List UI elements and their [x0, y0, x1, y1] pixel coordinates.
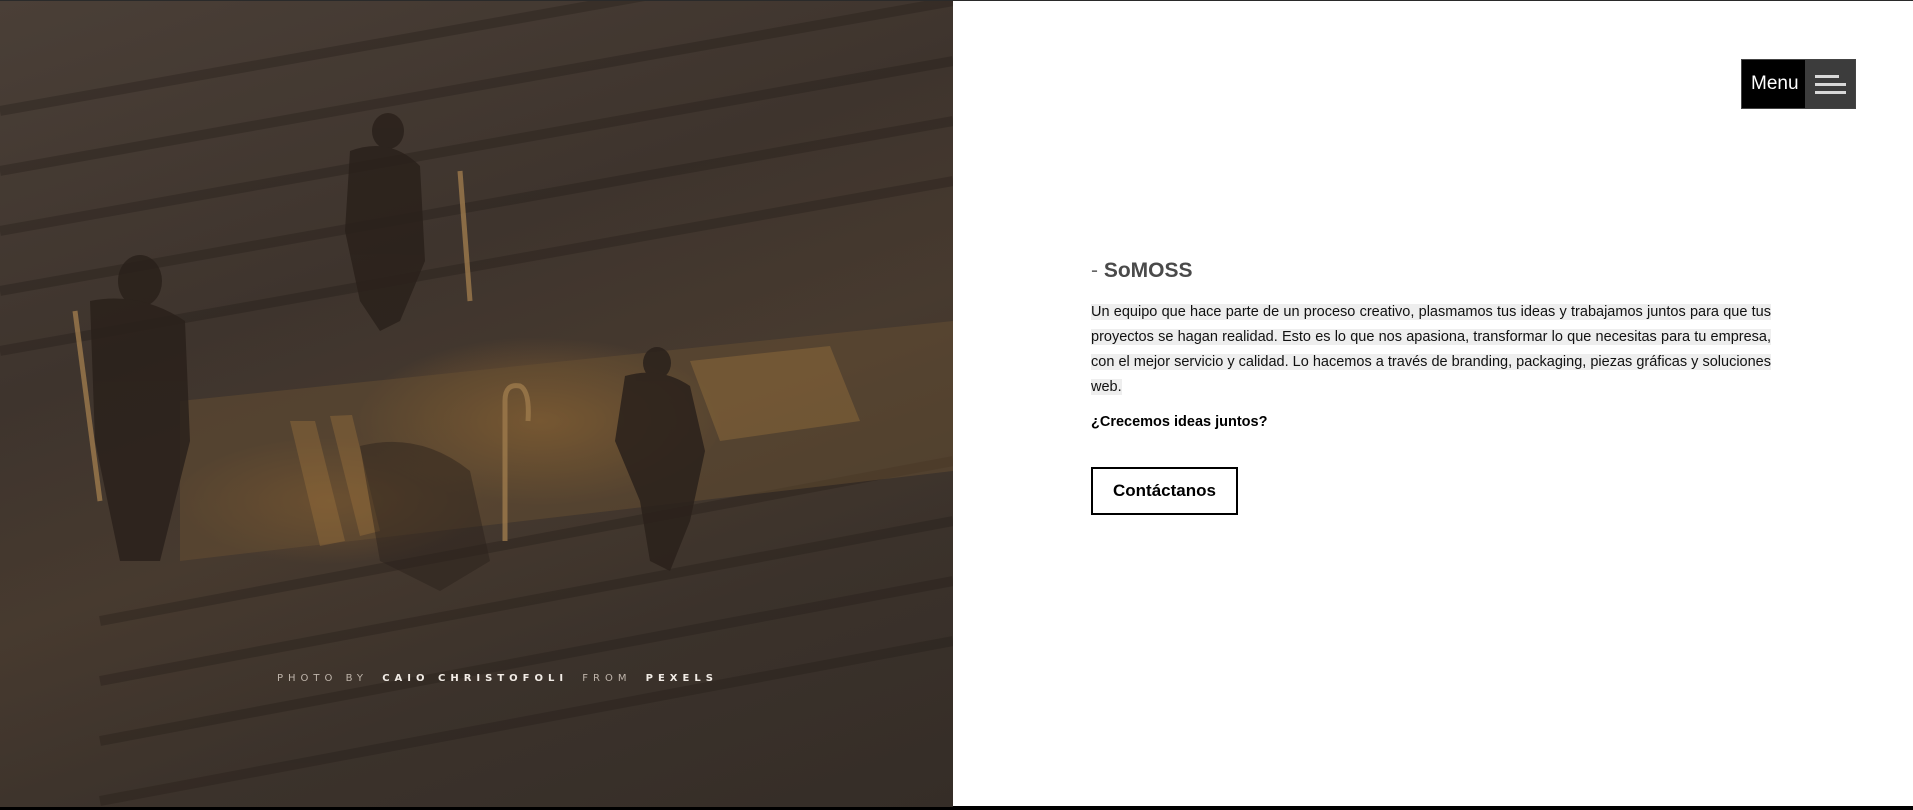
section-title: - SoMOSS — [1091, 259, 1771, 283]
photo-credit-prefix: PHOTO BY — [277, 673, 369, 684]
hamburger-icon — [1805, 60, 1855, 108]
photo-credit-middle: FROM — [582, 673, 632, 684]
contact-button[interactable]: Contáctanos — [1091, 467, 1238, 515]
title-dash: - — [1091, 259, 1098, 282]
page: PHOTO BY CAIO CHRISTOFOLI FROM PEXELS Me… — [0, 0, 1913, 807]
section-question: ¿Crecemos ideas juntos? — [1091, 414, 1268, 430]
description-text: Un equipo que hace parte de un proceso c… — [1091, 304, 1771, 395]
title-text: SoMOSS — [1103, 259, 1193, 282]
menu-button[interactable]: Menu — [1741, 59, 1856, 109]
stairs-illustration — [0, 1, 953, 806]
photo-credit-source[interactable]: PEXELS — [646, 673, 718, 684]
photo-credit: PHOTO BY CAIO CHRISTOFOLI FROM PEXELS — [277, 673, 724, 684]
hero-photo: PHOTO BY CAIO CHRISTOFOLI FROM PEXELS — [0, 1, 953, 807]
menu-label: Menu — [1742, 60, 1805, 108]
about-section: - SoMOSS Un equipo que hace parte de un … — [1091, 259, 1771, 515]
photo-credit-author[interactable]: CAIO CHRISTOFOLI — [382, 673, 568, 684]
section-description: Un equipo que hace parte de un proceso c… — [1091, 300, 1771, 400]
